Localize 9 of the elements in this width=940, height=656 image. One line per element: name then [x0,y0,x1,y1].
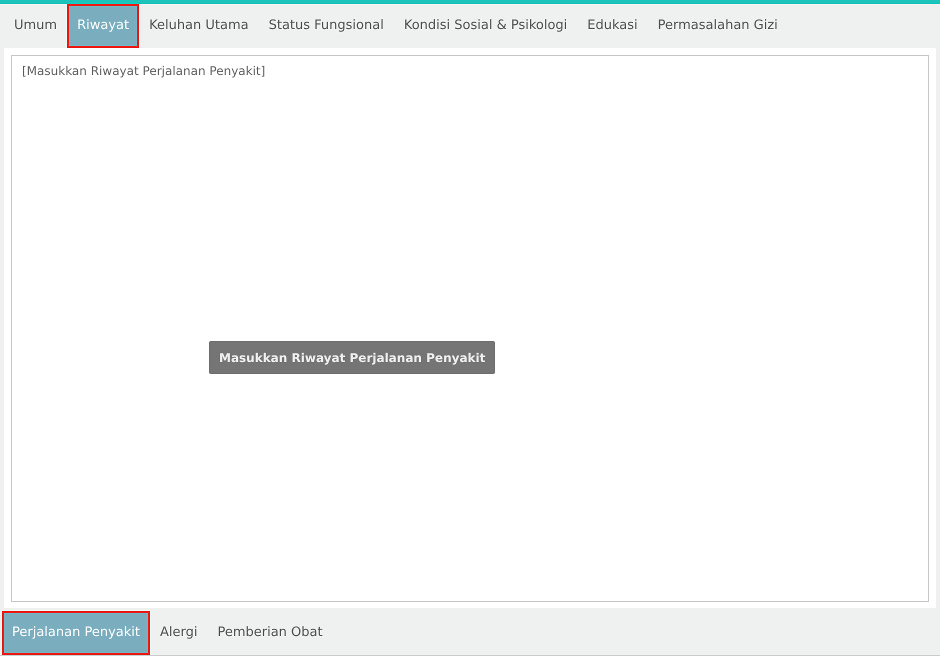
tab[interactable]: Pemberian Obat [207,610,333,654]
tab[interactable]: Edukasi [577,4,648,48]
tab[interactable]: Status Fungsional [258,4,394,48]
tab[interactable]: Permasalahan Gizi [648,4,788,48]
tab[interactable]: Kondisi Sosial & Psikologi [394,4,578,48]
tab[interactable]: Umum [4,4,68,48]
tooltip: Masukkan Riwayat Perjalanan Penyakit [209,341,496,374]
tab[interactable]: Keluhan Utama [139,4,259,48]
tab[interactable]: Alergi [150,610,208,654]
